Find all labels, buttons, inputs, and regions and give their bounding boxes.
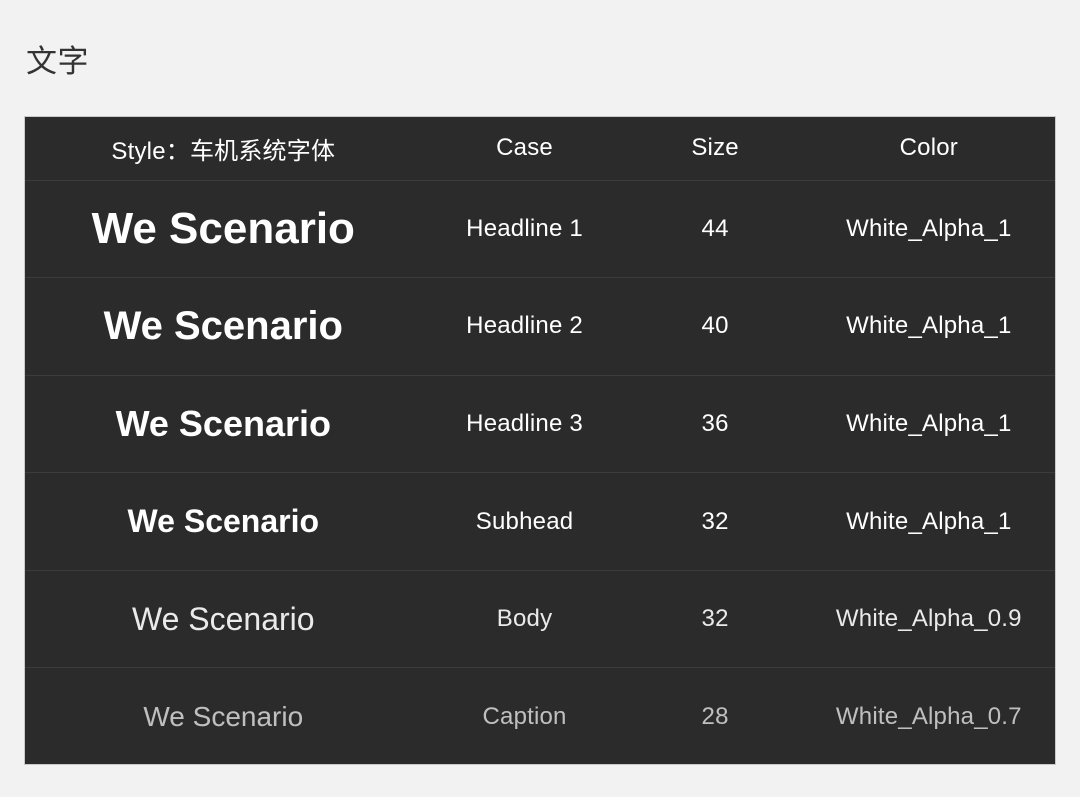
table-row: We Scenario Subhead 32 White_Alpha_1	[25, 473, 1055, 571]
table-row: We Scenario Body 32 White_Alpha_0.9	[25, 570, 1055, 668]
type-case-headline-3: Headline 3	[422, 375, 628, 473]
type-sample-headline-2: We Scenario	[25, 278, 422, 376]
type-color-headline-3: White_Alpha_1	[803, 375, 1055, 473]
type-case-subhead: Subhead	[422, 473, 628, 571]
typography-spec-table: Style：车机系统字体 Case Size Color We Scenario…	[25, 117, 1055, 765]
column-header-size: Size	[628, 117, 803, 180]
table-row: We Scenario Caption 28 White_Alpha_0.7	[25, 668, 1055, 765]
typography-spec-card: Style：车机系统字体 Case Size Color We Scenario…	[24, 116, 1056, 765]
type-size-headline-2: 40	[628, 278, 803, 376]
type-size-subhead: 32	[628, 473, 803, 571]
table-row: We Scenario Headline 3 36 White_Alpha_1	[25, 375, 1055, 473]
type-size-headline-3: 36	[628, 375, 803, 473]
column-header-style: Style：车机系统字体	[25, 117, 422, 180]
type-sample-headline-3: We Scenario	[25, 375, 422, 473]
type-color-headline-2: White_Alpha_1	[803, 278, 1055, 376]
type-case-body: Body	[422, 570, 628, 668]
type-case-headline-2: Headline 2	[422, 278, 628, 376]
type-color-subhead: White_Alpha_1	[803, 473, 1055, 571]
type-color-body: White_Alpha_0.9	[803, 570, 1055, 668]
table-header-row: Style：车机系统字体 Case Size Color	[25, 117, 1055, 180]
type-size-body: 32	[628, 570, 803, 668]
column-header-case: Case	[422, 117, 628, 180]
table-row: We Scenario Headline 1 44 White_Alpha_1	[25, 180, 1055, 278]
typography-spec-page: 文字 Style：车机系统字体 Case Size Color We Scena…	[0, 0, 1080, 797]
table-row: We Scenario Headline 2 40 White_Alpha_1	[25, 278, 1055, 376]
type-color-headline-1: White_Alpha_1	[803, 180, 1055, 278]
page-title: 文字	[26, 41, 89, 83]
type-color-caption: White_Alpha_0.7	[803, 668, 1055, 765]
type-size-headline-1: 44	[628, 180, 803, 278]
column-header-color: Color	[803, 117, 1055, 180]
type-sample-subhead: We Scenario	[25, 473, 422, 571]
type-sample-body: We Scenario	[25, 570, 422, 668]
type-sample-headline-1: We Scenario	[25, 180, 422, 278]
type-size-caption: 28	[628, 668, 803, 765]
type-case-caption: Caption	[422, 668, 628, 765]
type-sample-caption: We Scenario	[25, 668, 422, 765]
type-case-headline-1: Headline 1	[422, 180, 628, 278]
